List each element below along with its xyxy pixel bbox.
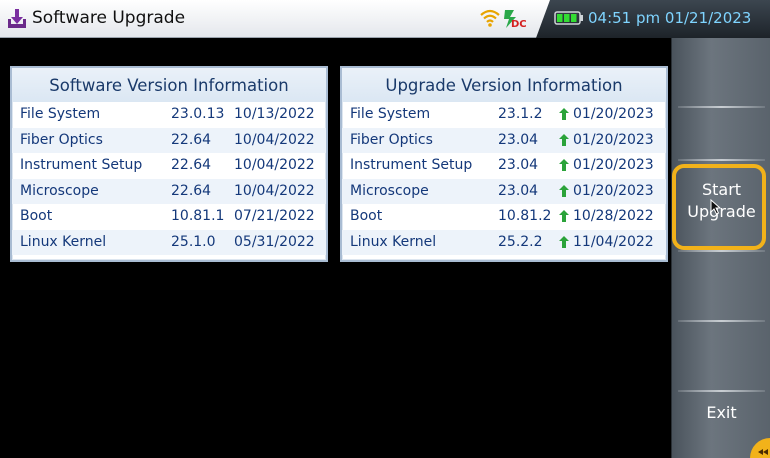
component-version: 25.2.2: [498, 233, 543, 250]
table-row: File System 23.0.13 10/13/2022: [12, 102, 326, 128]
softkey-divider: [678, 159, 765, 161]
table-row: File System 23.1.2 01/20/2023: [342, 102, 666, 128]
upgrade-version-list: File System 23.1.2 01/20/2023 Fiber Opti…: [342, 102, 666, 255]
table-row: Boot 10.81.1 07/21/2022: [12, 204, 326, 230]
table-row: Instrument Setup 23.04 01/20/2023: [342, 153, 666, 179]
component-name: File System: [20, 106, 101, 122]
exit-button[interactable]: Exit: [672, 402, 770, 424]
upgrade-version-title: Upgrade Version Information: [342, 68, 666, 102]
software-version-panel: Software Version Information File System…: [10, 66, 328, 262]
component-date: 10/04/2022: [234, 131, 315, 148]
software-version-list: File System 23.0.13 10/13/2022 Fiber Opt…: [12, 102, 326, 255]
status-clock: 04:51 pm 01/21/2023: [588, 9, 752, 27]
component-version: 10.81.1: [171, 208, 225, 224]
component-date: 11/04/2022: [573, 233, 654, 250]
table-row: Boot 10.81.2 10/28/2022: [342, 204, 666, 230]
component-name: File System: [350, 106, 431, 122]
table-row: Instrument Setup 22.64 10/04/2022: [12, 153, 326, 179]
component-version: 22.64: [171, 157, 212, 173]
dc-power-icon: DC: [504, 10, 526, 30]
up-arrow-icon: [559, 210, 569, 222]
up-arrow-icon: [559, 133, 569, 146]
component-version: 23.04: [498, 131, 539, 148]
component-date: 05/31/2022: [234, 233, 315, 250]
component-name: Instrument Setup: [20, 157, 143, 173]
component-date: 10/04/2022: [234, 182, 315, 199]
component-name: Boot: [20, 208, 53, 224]
component-date: 07/21/2022: [234, 208, 315, 224]
component-version: 23.1.2: [498, 106, 543, 122]
up-arrow-icon: [559, 159, 569, 171]
component-date: 01/20/2023: [573, 157, 654, 173]
status-bar: DC 04:51 pm 01/21/2023: [478, 0, 770, 38]
component-name: Linux Kernel: [350, 233, 437, 250]
component-name: Microscope: [350, 182, 429, 199]
component-name: Boot: [350, 208, 383, 224]
component-version: 22.64: [171, 182, 212, 199]
table-row: Linux Kernel 25.2.2 11/04/2022: [342, 229, 666, 255]
window-title: Software Upgrade: [32, 8, 186, 28]
softkey-divider: [678, 390, 765, 392]
rewind-corner-icon[interactable]: [746, 434, 770, 458]
table-row: Fiber Optics 23.04 01/20/2023: [342, 127, 666, 153]
table-row: Microscope 23.04 01/20/2023: [342, 178, 666, 204]
wifi-icon: [480, 9, 500, 27]
softkey-blank-3[interactable]: [672, 322, 770, 388]
component-name: Fiber Optics: [350, 131, 433, 148]
up-arrow-icon: [559, 108, 569, 120]
table-row: Fiber Optics 22.64 10/04/2022: [12, 127, 326, 153]
component-date: 10/04/2022: [234, 157, 315, 173]
download-arrow-icon: [8, 9, 26, 28]
upgrade-version-panel: Upgrade Version Information File System …: [340, 66, 668, 262]
up-arrow-icon: [559, 235, 569, 248]
software-version-title: Software Version Information: [12, 68, 326, 102]
table-row: Linux Kernel 25.1.0 05/31/2022: [12, 229, 326, 255]
softkey-divider: [678, 106, 765, 108]
component-name: Fiber Optics: [20, 131, 103, 148]
title-bar: Software Upgrade DC 04:51 pm 01/21/2023: [0, 0, 770, 38]
component-version: 25.1.0: [171, 233, 216, 250]
component-name: Linux Kernel: [20, 233, 107, 250]
component-version: 23.04: [498, 182, 539, 199]
softkey-blank-1[interactable]: [672, 38, 770, 106]
svg-text:DC: DC: [511, 19, 526, 30]
component-version: 23.0.13: [171, 106, 225, 122]
component-name: Microscope: [20, 182, 99, 199]
component-date: 01/20/2023: [573, 182, 654, 199]
component-date: 01/20/2023: [573, 106, 654, 122]
up-arrow-icon: [559, 184, 569, 197]
component-version: 10.81.2: [498, 208, 552, 224]
component-date: 10/13/2022: [234, 106, 315, 122]
softkey-blank-2[interactable]: [672, 252, 770, 318]
component-version: 22.64: [171, 131, 212, 148]
mouse-cursor-icon: [710, 199, 722, 215]
component-date: 10/28/2022: [573, 208, 654, 224]
table-row: Microscope 22.64 10/04/2022: [12, 178, 326, 204]
component-name: Instrument Setup: [350, 157, 473, 173]
component-version: 23.04: [498, 157, 539, 173]
component-date: 01/20/2023: [573, 131, 654, 148]
battery-icon: [554, 11, 583, 25]
